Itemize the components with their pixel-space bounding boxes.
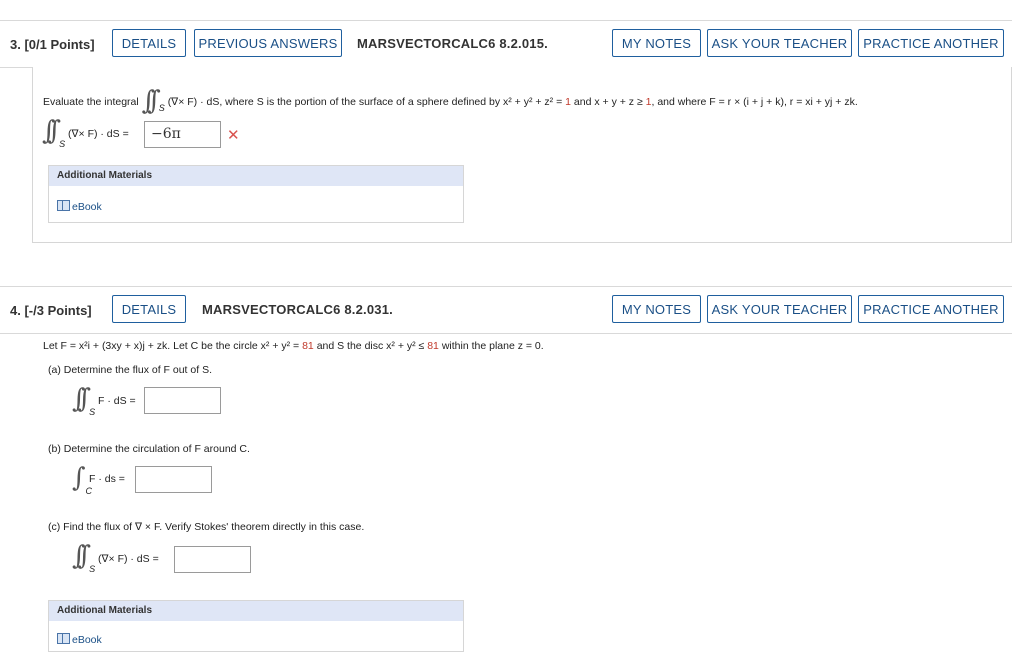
q4-part-a-text: (a) Determine the flux of F out of S. <box>48 364 212 376</box>
q3-answer-lhs: (∇× F) · dS = <box>68 128 129 140</box>
q4-points: [-/3 Points] <box>24 303 92 318</box>
q3-header: 3. [0/1 Points] DETAILS PREVIOUS ANSWERS… <box>0 20 1012 68</box>
q4-part-b-text: (b) Determine the circulation of F aroun… <box>48 443 250 455</box>
q4-code: MARSVECTORCALC6 8.2.031. <box>202 302 393 317</box>
q3-prompt: Evaluate the integral ∫∫ S (∇× F) · dS, w… <box>43 86 858 116</box>
q4-part-c-lhs: (∇× F) · dS = <box>98 553 159 565</box>
q4-part-b-input[interactable] <box>135 466 212 493</box>
double-integral-symbol: ∫∫ <box>42 116 61 146</box>
q4-ask-teacher-button[interactable]: ASK YOUR TEACHER <box>707 295 852 323</box>
book-icon <box>57 200 70 211</box>
q4-part-c-input[interactable] <box>174 546 251 573</box>
q4-practice-another-button[interactable]: PRACTICE ANOTHER <box>858 295 1004 323</box>
q3-my-notes-button[interactable]: MY NOTES <box>612 29 701 57</box>
q3-answer-input[interactable]: −6π <box>144 121 221 148</box>
double-integral-symbol: ∫∫ <box>72 384 91 414</box>
double-integral-symbol: ∫∫ <box>72 541 91 571</box>
q4-ebook-link[interactable]: eBook <box>49 633 102 646</box>
incorrect-x-icon: ✕ <box>227 127 240 144</box>
q4-my-notes-button[interactable]: MY NOTES <box>612 295 701 323</box>
q3-answer-row: ∫∫ S <box>42 116 66 149</box>
q3-ask-teacher-button[interactable]: ASK YOUR TEACHER <box>707 29 852 57</box>
q3-practice-another-button[interactable]: PRACTICE ANOTHER <box>858 29 1004 57</box>
q3-ebook-link[interactable]: eBook <box>49 200 102 213</box>
q4-header: 4. [-/3 Points] DETAILS MARSVECTORCALC6 … <box>0 286 1012 334</box>
q4-part-b-lhs: F · ds = <box>89 473 125 485</box>
q3-previous-answers-button[interactable]: PREVIOUS ANSWERS <box>194 29 342 57</box>
line-integral-symbol: ∫ <box>72 463 85 493</box>
q4-details-button[interactable]: DETAILS <box>112 295 186 323</box>
book-icon <box>57 633 70 644</box>
q3-additional-materials: Additional Materials eBook <box>48 165 464 223</box>
double-integral-symbol: ∫∫ <box>141 86 161 116</box>
additional-materials-heading: Additional Materials <box>49 166 463 186</box>
q4-additional-materials: Additional Materials eBook <box>48 600 464 652</box>
q4-part-c-text: (c) Find the flux of ∇ × F. Verify Stoke… <box>48 521 365 533</box>
q4-part-a-input[interactable] <box>144 387 221 414</box>
q3-points: [0/1 Points] <box>24 37 95 52</box>
additional-materials-heading: Additional Materials <box>49 601 463 621</box>
q4-prompt: Let F = x²i + (3xy + x)j + zk. Let C be … <box>43 340 544 352</box>
q4-part-a-lhs: F · dS = <box>98 395 136 407</box>
q3-details-button[interactable]: DETAILS <box>112 29 186 57</box>
q3-code: MARSVECTORCALC6 8.2.015. <box>357 36 548 51</box>
q3-number: 3. <box>10 37 21 52</box>
q4-number: 4. <box>10 303 21 318</box>
